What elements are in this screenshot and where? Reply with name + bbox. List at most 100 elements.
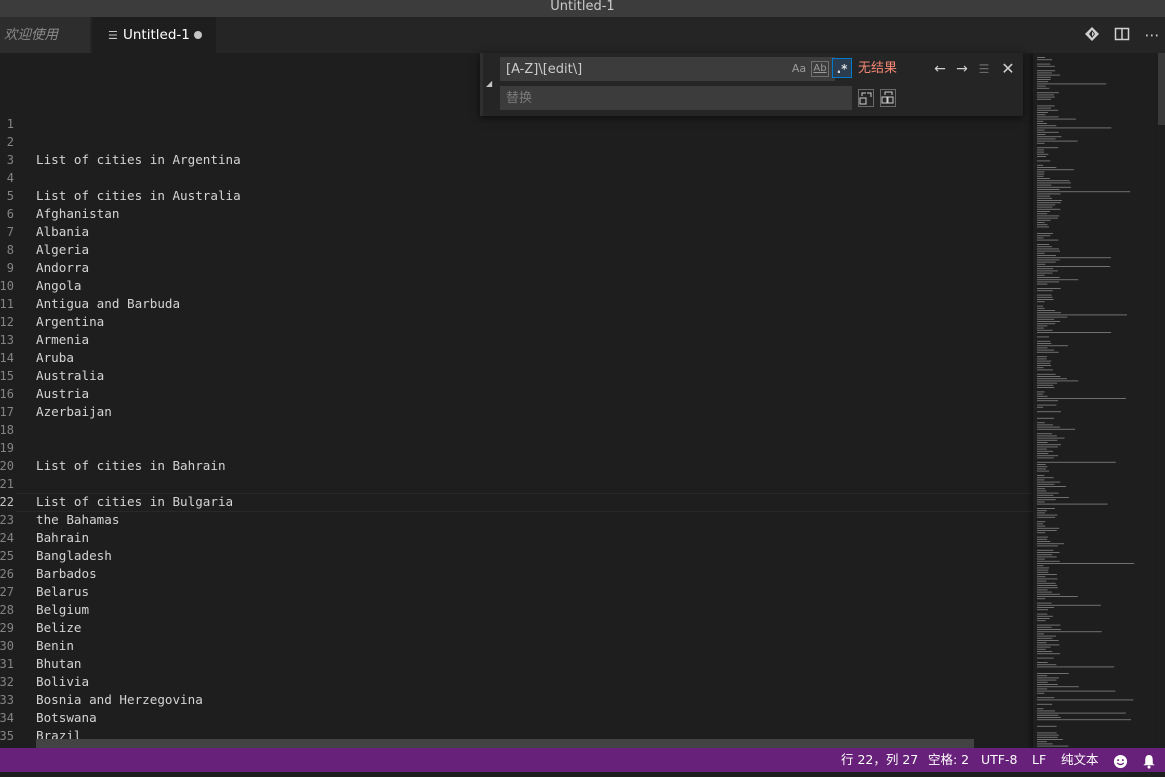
- code-line[interactable]: Armenia: [36, 331, 1026, 349]
- split-editor-icon[interactable]: [1113, 26, 1131, 44]
- line-number: 29: [0, 621, 14, 635]
- code-line[interactable]: Azerbaijan: [36, 403, 1026, 421]
- code-line[interactable]: Benin: [36, 637, 1026, 655]
- line-number: 12: [0, 315, 14, 329]
- line-number: 16: [0, 387, 14, 401]
- code-line[interactable]: Belgium: [36, 601, 1026, 619]
- code-line[interactable]: Andorra: [36, 259, 1026, 277]
- line-number: 3: [6, 153, 14, 167]
- line-number: 1: [6, 117, 14, 131]
- find-input[interactable]: [500, 57, 835, 81]
- code-line[interactable]: the Bahamas: [36, 511, 1026, 529]
- tab-untitled-1-label: Untitled-1: [123, 27, 190, 43]
- find-in-selection-icon[interactable]: ☰: [975, 60, 993, 78]
- code-line[interactable]: [36, 439, 1026, 457]
- line-number: 21: [0, 477, 14, 491]
- toggle-replace-chevron-icon[interactable]: ◢: [486, 79, 492, 88]
- tab-welcome[interactable]: 欢迎使用: [0, 17, 90, 53]
- code-line[interactable]: Bolivia: [36, 673, 1026, 691]
- code-line[interactable]: Angola: [36, 277, 1026, 295]
- code-line[interactable]: Aruba: [36, 349, 1026, 367]
- code-line[interactable]: [36, 115, 1026, 133]
- line-number: 9: [6, 261, 14, 275]
- code-line[interactable]: List of cities in Bahrain: [36, 457, 1026, 475]
- replace-all-icon[interactable]: [880, 89, 896, 107]
- replace-input[interactable]: [500, 86, 852, 110]
- line-number: 7: [6, 225, 14, 239]
- find-result-status: 无结果: [858, 61, 898, 76]
- line-number: 2: [6, 135, 14, 149]
- minimap[interactable]: [1033, 53, 1155, 748]
- code-line[interactable]: Albania: [36, 223, 1026, 241]
- horizontal-scrollbar-thumb[interactable]: [36, 739, 974, 748]
- line-number: 19: [0, 441, 14, 455]
- line-number: 34: [0, 711, 14, 725]
- line-number: 10: [0, 279, 14, 293]
- whole-word-toggle[interactable]: Ab: [811, 61, 829, 77]
- unsaved-dot-icon[interactable]: [194, 31, 202, 39]
- code-line[interactable]: [36, 421, 1026, 439]
- line-number: 31: [0, 657, 14, 671]
- code-line[interactable]: Belarus: [36, 583, 1026, 601]
- code-line[interactable]: List of cities in Bulgaria: [36, 493, 1026, 511]
- line-number: 15: [0, 369, 14, 383]
- previous-match-arrow-icon[interactable]: ←: [931, 60, 949, 78]
- code-line[interactable]: [36, 475, 1026, 493]
- code-line[interactable]: Bhutan: [36, 655, 1026, 673]
- line-number: 17: [0, 405, 14, 419]
- find-widget: ◢ Aa Ab .* 无结果 ← → ☰ ✕: [480, 53, 1023, 116]
- tab-welcome-label: 欢迎使用: [4, 27, 58, 43]
- eol-setting[interactable]: LF: [1032, 748, 1046, 772]
- line-number: 27: [0, 585, 14, 599]
- editor-area[interactable]: 1 2 3 4 5 6 7 8 9 10 11 12 13 14 15 16 17 18 19 20 21 22 23 24 2…: [0, 53, 1165, 748]
- vertical-scrollbar[interactable]: [1157, 53, 1165, 748]
- code-line[interactable]: Antigua and Barbuda: [36, 295, 1026, 313]
- line-number: 18: [0, 423, 14, 437]
- code-line[interactable]: Algeria: [36, 241, 1026, 259]
- tab-bar: 欢迎使用 ☰ Untitled-1 ⋯: [0, 17, 1165, 53]
- line-number: 4: [6, 171, 14, 185]
- more-actions-icon[interactable]: ⋯: [1143, 26, 1161, 44]
- line-number: 5: [6, 189, 14, 203]
- code-line[interactable]: Bosnia and Herzegovina: [36, 691, 1026, 709]
- tab-untitled-1[interactable]: ☰ Untitled-1: [92, 17, 216, 53]
- language-mode[interactable]: 纯文本: [1061, 748, 1099, 772]
- code-line[interactable]: Australia: [36, 367, 1026, 385]
- open-changes-icon[interactable]: [1083, 26, 1101, 44]
- feedback-smiley-icon[interactable]: [1113, 753, 1128, 777]
- match-case-toggle[interactable]: Aa: [790, 61, 808, 77]
- replace-one-icon[interactable]: [858, 89, 874, 107]
- code-line[interactable]: Barbados: [36, 565, 1026, 583]
- line-number: 20: [0, 459, 14, 473]
- find-widget-resize-sash[interactable]: [480, 53, 483, 116]
- line-number: 11: [0, 297, 14, 311]
- plain-text-file-icon: ☰: [108, 29, 118, 42]
- code-line[interactable]: Bahrain: [36, 529, 1026, 547]
- encoding-setting[interactable]: UTF-8: [981, 748, 1017, 772]
- line-number: 30: [0, 639, 14, 653]
- editor-text[interactable]: List of cities in Argentina List of citie…: [36, 115, 1026, 745]
- code-line[interactable]: Belize: [36, 619, 1026, 637]
- line-number: 6: [6, 207, 14, 221]
- code-line[interactable]: [36, 133, 1026, 151]
- vertical-scrollbar-thumb[interactable]: [1158, 53, 1165, 125]
- notifications-bell-icon[interactable]: [1142, 753, 1156, 777]
- code-line[interactable]: Afghanistan: [36, 205, 1026, 223]
- regex-toggle[interactable]: .*: [832, 58, 852, 78]
- code-line[interactable]: [36, 169, 1026, 187]
- next-match-arrow-icon[interactable]: →: [953, 60, 971, 78]
- code-line[interactable]: List of cities in Argentina: [36, 151, 1026, 169]
- line-number: 24: [0, 531, 14, 545]
- code-line[interactable]: Bangladesh: [36, 547, 1026, 565]
- code-line[interactable]: Austria: [36, 385, 1026, 403]
- line-number-gutter: 1 2 3 4 5 6 7 8 9 10 11 12 13 14 15 16 17 18 19 20 21 22 23 24 2…: [0, 115, 16, 745]
- cursor-position[interactable]: 行 22，列 27: [841, 748, 918, 772]
- window-title: Untitled-1: [0, 0, 1165, 17]
- code-line[interactable]: Argentina: [36, 313, 1026, 331]
- line-number: 28: [0, 603, 14, 617]
- code-line[interactable]: Botswana: [36, 709, 1026, 727]
- code-line[interactable]: List of cities in Australia: [36, 187, 1026, 205]
- line-number: 32: [0, 675, 14, 689]
- close-icon[interactable]: ✕: [999, 60, 1017, 78]
- indentation-setting[interactable]: 空格: 2: [928, 748, 969, 772]
